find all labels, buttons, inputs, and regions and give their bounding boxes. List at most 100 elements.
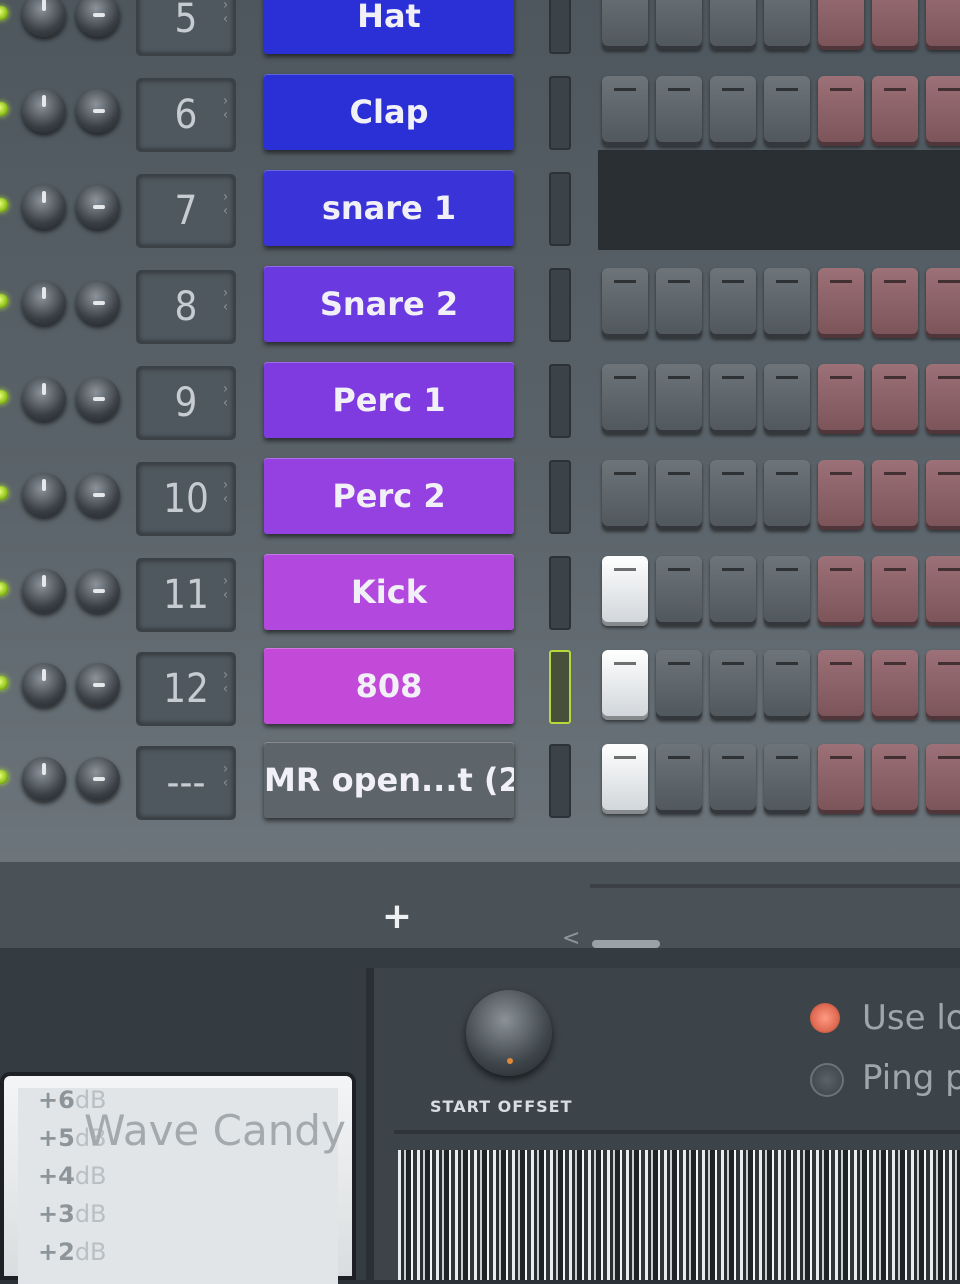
step-button[interactable] — [926, 0, 960, 50]
mixer-track-number[interactable]: 9 › ‹ — [136, 366, 236, 440]
mixer-track-number[interactable]: 7 › ‹ — [136, 174, 236, 248]
step-button[interactable] — [656, 76, 702, 146]
step-button[interactable] — [602, 650, 648, 720]
channel-name-button[interactable]: Kick — [264, 554, 514, 630]
step-button[interactable] — [656, 556, 702, 626]
track-arrows-icon[interactable]: › ‹ — [223, 762, 228, 790]
step-button[interactable] — [872, 268, 918, 338]
step-button[interactable] — [926, 744, 960, 814]
mixer-track-number[interactable]: --- › ‹ — [136, 746, 236, 820]
step-button[interactable] — [872, 0, 918, 50]
volume-knob[interactable] — [22, 757, 66, 801]
step-button[interactable] — [818, 0, 864, 50]
step-button[interactable] — [656, 0, 702, 50]
mixer-track-number[interactable]: 5 › ‹ — [136, 0, 236, 56]
step-button[interactable] — [602, 460, 648, 530]
channel-name-button[interactable]: Perc 1 — [264, 362, 514, 438]
channel-select[interactable] — [549, 460, 571, 534]
track-arrows-icon[interactable]: › ‹ — [223, 190, 228, 218]
step-button[interactable] — [818, 364, 864, 434]
pan-knob[interactable] — [76, 757, 120, 801]
step-button[interactable] — [818, 76, 864, 146]
step-button[interactable] — [764, 76, 810, 146]
channel-name-button[interactable]: MR open...t (20) — [264, 742, 514, 818]
pan-knob[interactable] — [76, 89, 120, 133]
step-button[interactable] — [602, 364, 648, 434]
mixer-track-number[interactable]: 11 › ‹ — [136, 558, 236, 632]
use-loop-radio[interactable] — [810, 1003, 840, 1033]
channel-select[interactable] — [549, 650, 571, 724]
mixer-track-number[interactable]: 8 › ‹ — [136, 270, 236, 344]
start-offset-knob[interactable] — [466, 990, 552, 1076]
track-arrows-icon[interactable]: › ‹ — [223, 574, 228, 602]
channel-select[interactable] — [549, 172, 571, 246]
step-button[interactable] — [710, 0, 756, 50]
volume-knob[interactable] — [22, 185, 66, 229]
pan-knob[interactable] — [76, 185, 120, 229]
track-arrows-icon[interactable]: › ‹ — [223, 668, 228, 696]
step-button[interactable] — [710, 556, 756, 626]
scroll-thumb[interactable] — [592, 940, 660, 948]
step-button[interactable] — [710, 268, 756, 338]
rack-scroll-track[interactable] — [590, 884, 960, 888]
channel-name-button[interactable]: Clap — [264, 74, 514, 150]
step-button[interactable] — [764, 460, 810, 530]
channel-select[interactable] — [549, 364, 571, 438]
channel-mute-led[interactable] — [0, 390, 8, 404]
track-arrows-icon[interactable]: › ‹ — [223, 478, 228, 506]
step-button[interactable] — [602, 76, 648, 146]
step-button[interactable] — [656, 268, 702, 338]
step-button[interactable] — [656, 364, 702, 434]
step-button[interactable] — [926, 556, 960, 626]
step-button[interactable] — [710, 364, 756, 434]
step-button[interactable] — [764, 556, 810, 626]
step-button[interactable] — [710, 76, 756, 146]
step-button[interactable] — [926, 364, 960, 434]
pan-knob[interactable] — [76, 377, 120, 421]
volume-knob[interactable] — [22, 569, 66, 613]
step-button[interactable] — [602, 556, 648, 626]
step-button[interactable] — [656, 650, 702, 720]
step-button[interactable] — [764, 268, 810, 338]
step-button[interactable] — [818, 744, 864, 814]
channel-mute-led[interactable] — [0, 294, 8, 308]
step-button[interactable] — [926, 460, 960, 530]
step-button[interactable] — [872, 556, 918, 626]
volume-knob[interactable] — [22, 89, 66, 133]
channel-mute-led[interactable] — [0, 770, 8, 784]
step-button[interactable] — [872, 364, 918, 434]
step-button[interactable] — [764, 0, 810, 50]
step-button[interactable] — [710, 650, 756, 720]
step-button[interactable] — [818, 460, 864, 530]
step-button[interactable] — [926, 268, 960, 338]
step-button[interactable] — [818, 268, 864, 338]
step-button[interactable] — [818, 556, 864, 626]
add-channel-button[interactable]: + — [380, 899, 414, 935]
track-arrows-icon[interactable]: › ‹ — [223, 0, 228, 26]
track-arrows-icon[interactable]: › ‹ — [223, 286, 228, 314]
mixer-track-number[interactable]: 10 › ‹ — [136, 462, 236, 536]
step-button[interactable] — [602, 268, 648, 338]
channel-mute-led[interactable] — [0, 676, 8, 690]
step-button[interactable] — [710, 460, 756, 530]
step-button[interactable] — [656, 744, 702, 814]
channel-mute-led[interactable] — [0, 582, 8, 596]
channel-select[interactable] — [549, 76, 571, 150]
pan-knob[interactable] — [76, 281, 120, 325]
step-button[interactable] — [764, 650, 810, 720]
sample-waveform[interactable] — [398, 1150, 960, 1280]
channel-select[interactable] — [549, 744, 571, 818]
volume-knob[interactable] — [22, 0, 66, 37]
step-button[interactable] — [710, 744, 756, 814]
channel-name-button[interactable]: 808 — [264, 648, 514, 724]
pan-knob[interactable] — [76, 663, 120, 707]
channel-name-button[interactable]: Snare 2 — [264, 266, 514, 342]
volume-knob[interactable] — [22, 473, 66, 517]
channel-mute-led[interactable] — [0, 102, 8, 116]
channel-mute-led[interactable] — [0, 198, 8, 212]
pan-knob[interactable] — [76, 0, 120, 37]
step-button[interactable] — [926, 650, 960, 720]
channel-mute-led[interactable] — [0, 6, 8, 20]
mixer-track-number[interactable]: 12 › ‹ — [136, 652, 236, 726]
volume-knob[interactable] — [22, 663, 66, 707]
